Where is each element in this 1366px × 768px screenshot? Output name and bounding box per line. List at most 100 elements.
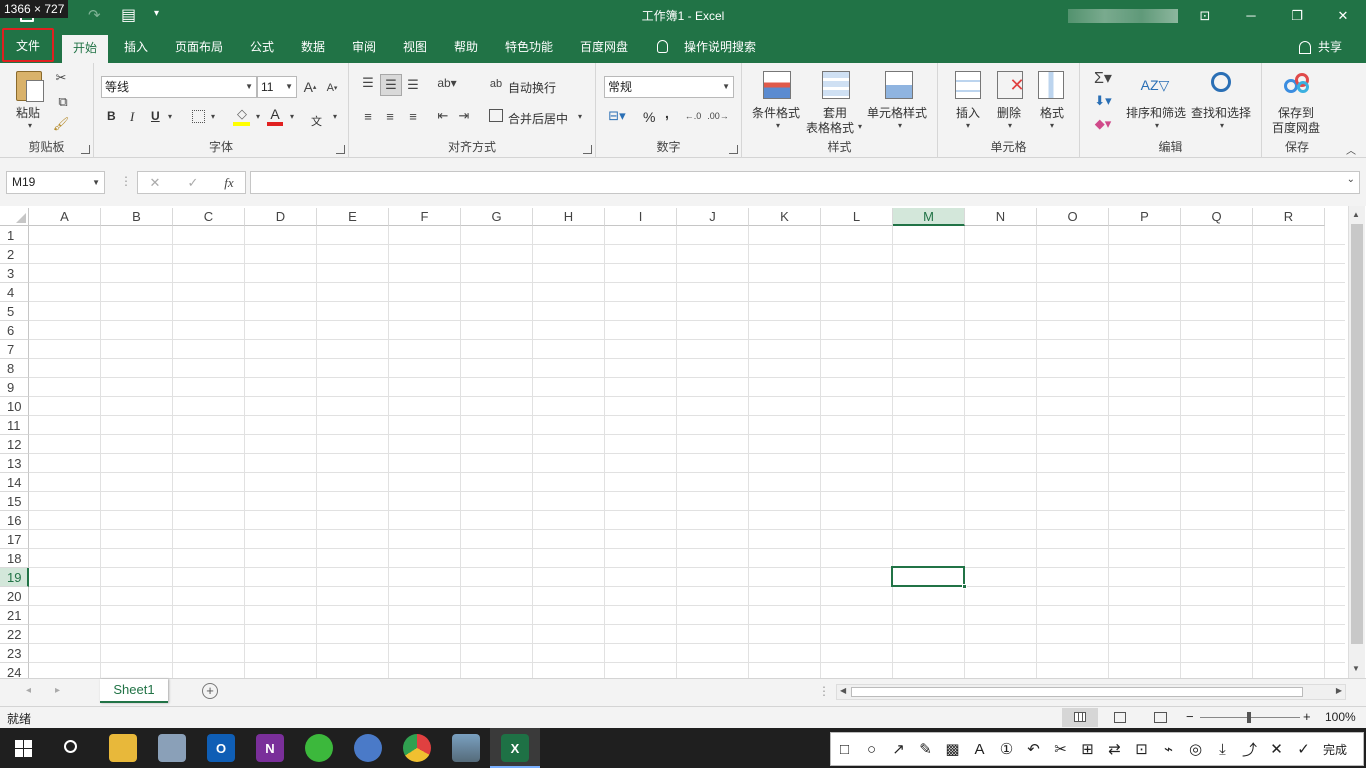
row-header[interactable]: 21	[0, 606, 29, 625]
ellipse-tool-icon[interactable]: ○	[858, 732, 885, 766]
conditional-dropdown-icon[interactable]: ▾	[773, 120, 783, 130]
column-header[interactable]: R	[1253, 208, 1325, 226]
fill-color-icon[interactable]: ◇	[233, 106, 251, 122]
row-header[interactable]: 6	[0, 321, 29, 340]
tab-formulas[interactable]: 公式	[242, 31, 282, 63]
zoom-level[interactable]: 100%	[1325, 710, 1356, 724]
text-tool-icon[interactable]: A	[966, 732, 993, 766]
row-header[interactable]: 2	[0, 245, 29, 264]
column-header[interactable]: B	[101, 208, 173, 226]
mosaic-tool-icon[interactable]: ▩	[939, 732, 966, 766]
sort-filter-button[interactable]: 排序和筛选	[1126, 104, 1186, 121]
pen-tool-icon[interactable]: ✎	[912, 732, 939, 766]
format-dropdown-icon[interactable]: ▾	[1047, 120, 1057, 130]
file-explorer-icon[interactable]	[109, 734, 137, 762]
delete-dropdown-icon[interactable]: ▾	[1005, 120, 1015, 130]
row-header[interactable]: 23	[0, 644, 29, 663]
share-snip-icon[interactable]: ⤴	[1236, 732, 1263, 766]
row-header[interactable]: 24	[0, 663, 29, 678]
underline-button[interactable]: U	[151, 109, 160, 123]
format-painter-icon[interactable]: 🖌	[52, 115, 70, 133]
download-snip-icon[interactable]: ⤓	[1209, 732, 1236, 766]
row-header[interactable]: 3	[0, 264, 29, 283]
row-header[interactable]: 7	[0, 340, 29, 359]
borders-icon[interactable]	[192, 110, 205, 123]
clipboard-launcher-icon[interactable]	[81, 145, 90, 154]
column-header[interactable]: D	[245, 208, 317, 226]
increase-font-icon[interactable]: A ▴	[302, 78, 318, 96]
column-header[interactable]: N	[965, 208, 1037, 226]
italic-button[interactable]: I	[130, 109, 134, 125]
paste-dropdown-icon[interactable]: ▾	[25, 120, 35, 130]
next-sheet-icon[interactable]: ▸	[55, 685, 60, 696]
column-header[interactable]: F	[389, 208, 461, 226]
horizontal-scrollbar[interactable]: ◀ ▶	[836, 684, 1346, 700]
row-header[interactable]: 19	[0, 568, 29, 587]
tell-me-search[interactable]: 操作说明搜索	[678, 31, 762, 63]
fill-icon[interactable]: ⬇▾	[1090, 92, 1116, 110]
number-format-combo[interactable]: 常规 ▼	[604, 76, 734, 98]
sheet-tab-sheet1[interactable]: Sheet1	[100, 679, 168, 703]
bold-button[interactable]: B	[107, 109, 116, 123]
autosum-icon[interactable]: Σ▾	[1090, 69, 1116, 87]
conditional-format-button[interactable]: 条件格式	[752, 104, 800, 121]
increase-indent-icon[interactable]: ⇥	[455, 107, 473, 125]
row-header[interactable]: 22	[0, 625, 29, 644]
ocr-snip-icon[interactable]: ⊡	[1128, 732, 1155, 766]
arrow-tool-icon[interactable]: ↗	[885, 732, 912, 766]
confirm-snip-icon[interactable]: ✓	[1290, 732, 1317, 766]
undo-snip-icon[interactable]: ↶	[1020, 732, 1047, 766]
align-left-icon[interactable]: ≡	[359, 107, 377, 125]
underline-dropdown-icon[interactable]: ▾	[165, 111, 175, 121]
row-header[interactable]: 8	[0, 359, 29, 378]
h-scroll-thumb[interactable]	[851, 687, 1303, 697]
font-size-combo[interactable]: 11 ▼	[257, 76, 297, 98]
cancel-snip-icon[interactable]: ✕	[1263, 732, 1290, 766]
active-cell[interactable]	[891, 566, 967, 589]
row-header[interactable]: 11	[0, 416, 29, 435]
number-tool-icon[interactable]: ①	[993, 732, 1020, 766]
decrease-font-icon[interactable]: A ▾	[324, 80, 340, 96]
row-header[interactable]: 16	[0, 511, 29, 530]
align-center-icon[interactable]: ≡	[381, 107, 399, 125]
translate-snip-icon[interactable]: ⇄	[1101, 732, 1128, 766]
alignment-launcher-icon[interactable]	[583, 145, 592, 154]
zoom-in-button[interactable]: +	[1303, 709, 1311, 724]
scroll-up-icon[interactable]: ▲	[1352, 210, 1360, 219]
rectangle-tool-icon[interactable]: □	[831, 732, 858, 766]
notepad-icon[interactable]	[158, 734, 186, 762]
row-header[interactable]: 1	[0, 226, 29, 245]
zoom-slider[interactable]	[1200, 712, 1300, 723]
taskbar-search-icon[interactable]	[64, 740, 77, 753]
row-header[interactable]: 13	[0, 454, 29, 473]
insert-cells-button[interactable]: 插入	[956, 104, 980, 121]
align-right-icon[interactable]: ≡	[404, 107, 422, 125]
font-launcher-icon[interactable]	[336, 145, 345, 154]
column-header[interactable]: G	[461, 208, 533, 226]
tab-baidu-pan[interactable]: 百度网盘	[573, 31, 635, 63]
tab-insert[interactable]: 插入	[116, 31, 156, 63]
delete-cells-button[interactable]: 删除	[997, 104, 1021, 121]
row-header[interactable]: 12	[0, 435, 29, 454]
accounting-icon[interactable]: ⊟▾	[605, 107, 629, 125]
percent-button[interactable]: %	[643, 109, 655, 125]
merge-dropdown-icon[interactable]: ▾	[575, 111, 585, 121]
font-color-icon[interactable]: A	[267, 106, 283, 122]
column-header[interactable]: K	[749, 208, 821, 226]
row-header[interactable]: 14	[0, 473, 29, 492]
font-name-combo[interactable]: 等线 ▼	[101, 76, 257, 98]
expand-formula-icon[interactable]: ⌄	[1347, 174, 1355, 185]
worksheet-grid[interactable]: ABCDEFGHIJKLMNOPQR 1 2 3 4 5 6 7 8 9 10 11 12 13 14 15…	[0, 206, 1366, 678]
marker-snip-icon[interactable]: ⌁	[1155, 732, 1182, 766]
outlook-icon[interactable]: O	[207, 734, 235, 762]
chrome-icon[interactable]	[403, 734, 431, 762]
scroll-thumb[interactable]	[1351, 224, 1363, 644]
increase-decimal-icon[interactable]: ←.0	[682, 107, 704, 125]
row-header[interactable]: 5	[0, 302, 29, 321]
wrap-text-button[interactable]: 自动换行	[508, 79, 556, 96]
phonetic-dropdown-icon[interactable]: ▾	[330, 111, 340, 121]
formula-input[interactable]: ⌄	[250, 171, 1360, 194]
pin-snip-icon[interactable]: ⊞	[1074, 732, 1101, 766]
font-color-dropdown-icon[interactable]: ▾	[287, 111, 297, 121]
phonetic-button[interactable]: 文	[311, 113, 322, 129]
